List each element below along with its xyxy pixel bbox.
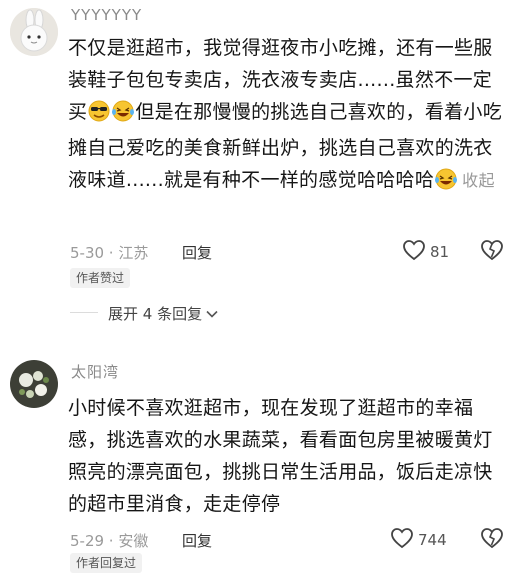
expand-replies-label: 展开 4 条回复	[108, 305, 203, 323]
broken-heart-icon	[480, 240, 504, 265]
dislike-button[interactable]	[480, 239, 504, 265]
like-count: 81	[430, 243, 450, 261]
author-replied-badge: 作者回复过	[70, 553, 143, 573]
heart-outline-icon	[402, 239, 426, 265]
like-button[interactable]: 744	[390, 527, 447, 553]
photo-avatar-icon	[10, 360, 58, 408]
laughing-tears-emoji-icon	[111, 100, 135, 132]
dislike-button[interactable]	[480, 527, 504, 553]
collapse-link[interactable]: 收起	[462, 171, 495, 190]
broken-heart-icon	[480, 528, 504, 553]
reply-button[interactable]: 回复	[182, 530, 212, 551]
comment-text: 不仅是逛超市，我觉得逛夜市小吃摊，还有一些服装鞋子包包专卖店，洗衣液专卖店...…	[68, 32, 506, 200]
reply-divider	[70, 312, 98, 313]
comment-username[interactable]: 太阳湾	[71, 361, 119, 382]
author-liked-badge: 作者赞过	[70, 268, 131, 288]
comment-date-location: 5-30 · 江苏	[70, 244, 149, 262]
reply-button[interactable]: 回复	[182, 242, 212, 263]
user-avatar[interactable]	[10, 8, 58, 56]
comment-username[interactable]: YYYYYYY	[71, 6, 142, 24]
chevron-down-icon	[206, 309, 218, 319]
cool-sunglasses-emoji-icon	[87, 100, 111, 132]
laughing-tears-emoji-icon	[434, 168, 458, 200]
comment-text: 小时候不喜欢逛超市，现在发现了逛超市的幸福感，挑选喜欢的水果蔬菜，看看面包房里被…	[68, 397, 493, 515]
like-count: 744	[418, 531, 447, 549]
expand-replies-button[interactable]: 展开 4 条回复	[108, 303, 218, 324]
bunny-avatar-icon	[10, 8, 58, 56]
user-avatar[interactable]	[10, 360, 58, 408]
comment-date-location: 5-29 · 安徽	[70, 532, 149, 550]
heart-outline-icon	[390, 527, 414, 553]
like-button[interactable]: 81	[402, 239, 449, 265]
